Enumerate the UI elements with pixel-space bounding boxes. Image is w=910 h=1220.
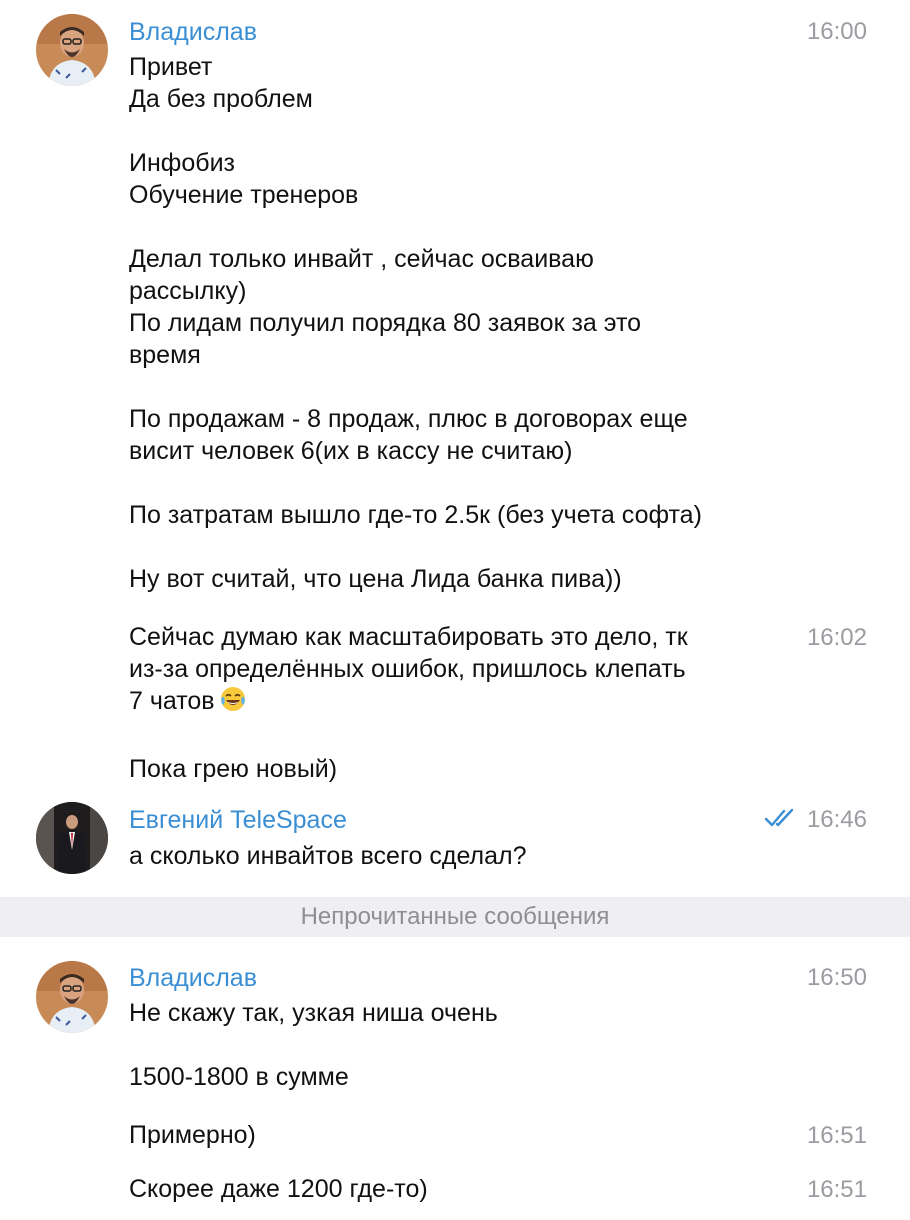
message-time: 16:50 — [806, 964, 867, 991]
message-line: 1500-1800 в сумме — [129, 1063, 349, 1091]
sender-name[interactable]: Евгений TeleSpace — [129, 803, 347, 837]
message-line — [129, 531, 779, 563]
sender-name[interactable]: Владислав — [129, 15, 257, 49]
sender-name[interactable]: Владислав — [129, 961, 257, 995]
message-line: 7 чатов — [129, 685, 779, 721]
message-text: Скорее даже 1200 где-то) — [129, 1173, 779, 1205]
message-line: рассылку) — [129, 277, 247, 305]
message-time: 16:51 — [806, 1122, 867, 1149]
message-line: По затратам вышло где-то 2.5к (без учета… — [129, 501, 702, 529]
message-line: Инфобиз — [129, 149, 235, 177]
message-line: время — [129, 341, 201, 369]
message-text: Привет Да без проблем Инфобиз Обучение т… — [129, 51, 779, 595]
message-time: 16:00 — [806, 18, 867, 45]
avatar-vladislav[interactable] — [36, 14, 108, 86]
avatar-evgeniy-image — [36, 802, 108, 874]
message-line: Обучение тренеров — [129, 181, 359, 209]
message-line — [129, 371, 779, 403]
message-text: Примерно) — [129, 1119, 779, 1151]
message-line-text: 7 чатов — [129, 687, 215, 715]
message-line: Сейчас думаю как масштабировать это дело… — [129, 623, 688, 651]
message-line: Привет — [129, 53, 213, 81]
message-line: висит человек 6(их в кассу не считаю) — [129, 437, 573, 465]
message-line — [129, 115, 779, 147]
avatar-vladislav[interactable] — [36, 961, 108, 1033]
message-line: из-за определённых ошибок, пришлось клеп… — [129, 655, 686, 683]
avatar-vladislav-image — [36, 14, 108, 86]
message-line: Ну вот считай, что цена Лида банка пива)… — [129, 565, 622, 593]
message-text: а сколько инвайтов всего сделал? — [129, 840, 779, 872]
message-line: Скорее даже 1200 где-то) — [129, 1175, 428, 1203]
message-time: 16:02 — [806, 624, 867, 651]
tears-of-joy-emoji-icon — [219, 685, 247, 721]
message-line: Делал только инвайт , сейчас осваиваю — [129, 245, 594, 273]
message-time: 16:51 — [806, 1176, 867, 1203]
message-line: По продажам - 8 продаж, плюс в договорах… — [129, 405, 688, 433]
double-check-icon — [764, 808, 794, 827]
chat-message-list: Владислав 16:00 Привет Да без проблем Ин… — [0, 0, 910, 1220]
message-time: 16:46 — [806, 806, 867, 833]
message-line: По лидам получил порядка 80 заявок за эт… — [129, 309, 642, 337]
message-line — [129, 467, 779, 499]
avatar-vladislav-image — [36, 961, 108, 1033]
message-text: Не скажу так, узкая ниша очень 1500-1800… — [129, 997, 779, 1093]
message-line — [129, 721, 779, 753]
message-text: Сейчас думаю как масштабировать это дело… — [129, 621, 779, 785]
avatar-evgeniy[interactable] — [36, 802, 108, 874]
message-line: Пока грею новый) — [129, 755, 338, 783]
message-line: а сколько инвайтов всего сделал? — [129, 842, 527, 870]
message-line: Примерно) — [129, 1121, 256, 1149]
message-line: Не скажу так, узкая ниша очень — [129, 999, 498, 1027]
message-line — [129, 211, 779, 243]
unread-messages-divider: Непрочитанные сообщения — [0, 897, 910, 937]
message-line — [129, 1029, 779, 1061]
message-line: Да без проблем — [129, 85, 313, 113]
